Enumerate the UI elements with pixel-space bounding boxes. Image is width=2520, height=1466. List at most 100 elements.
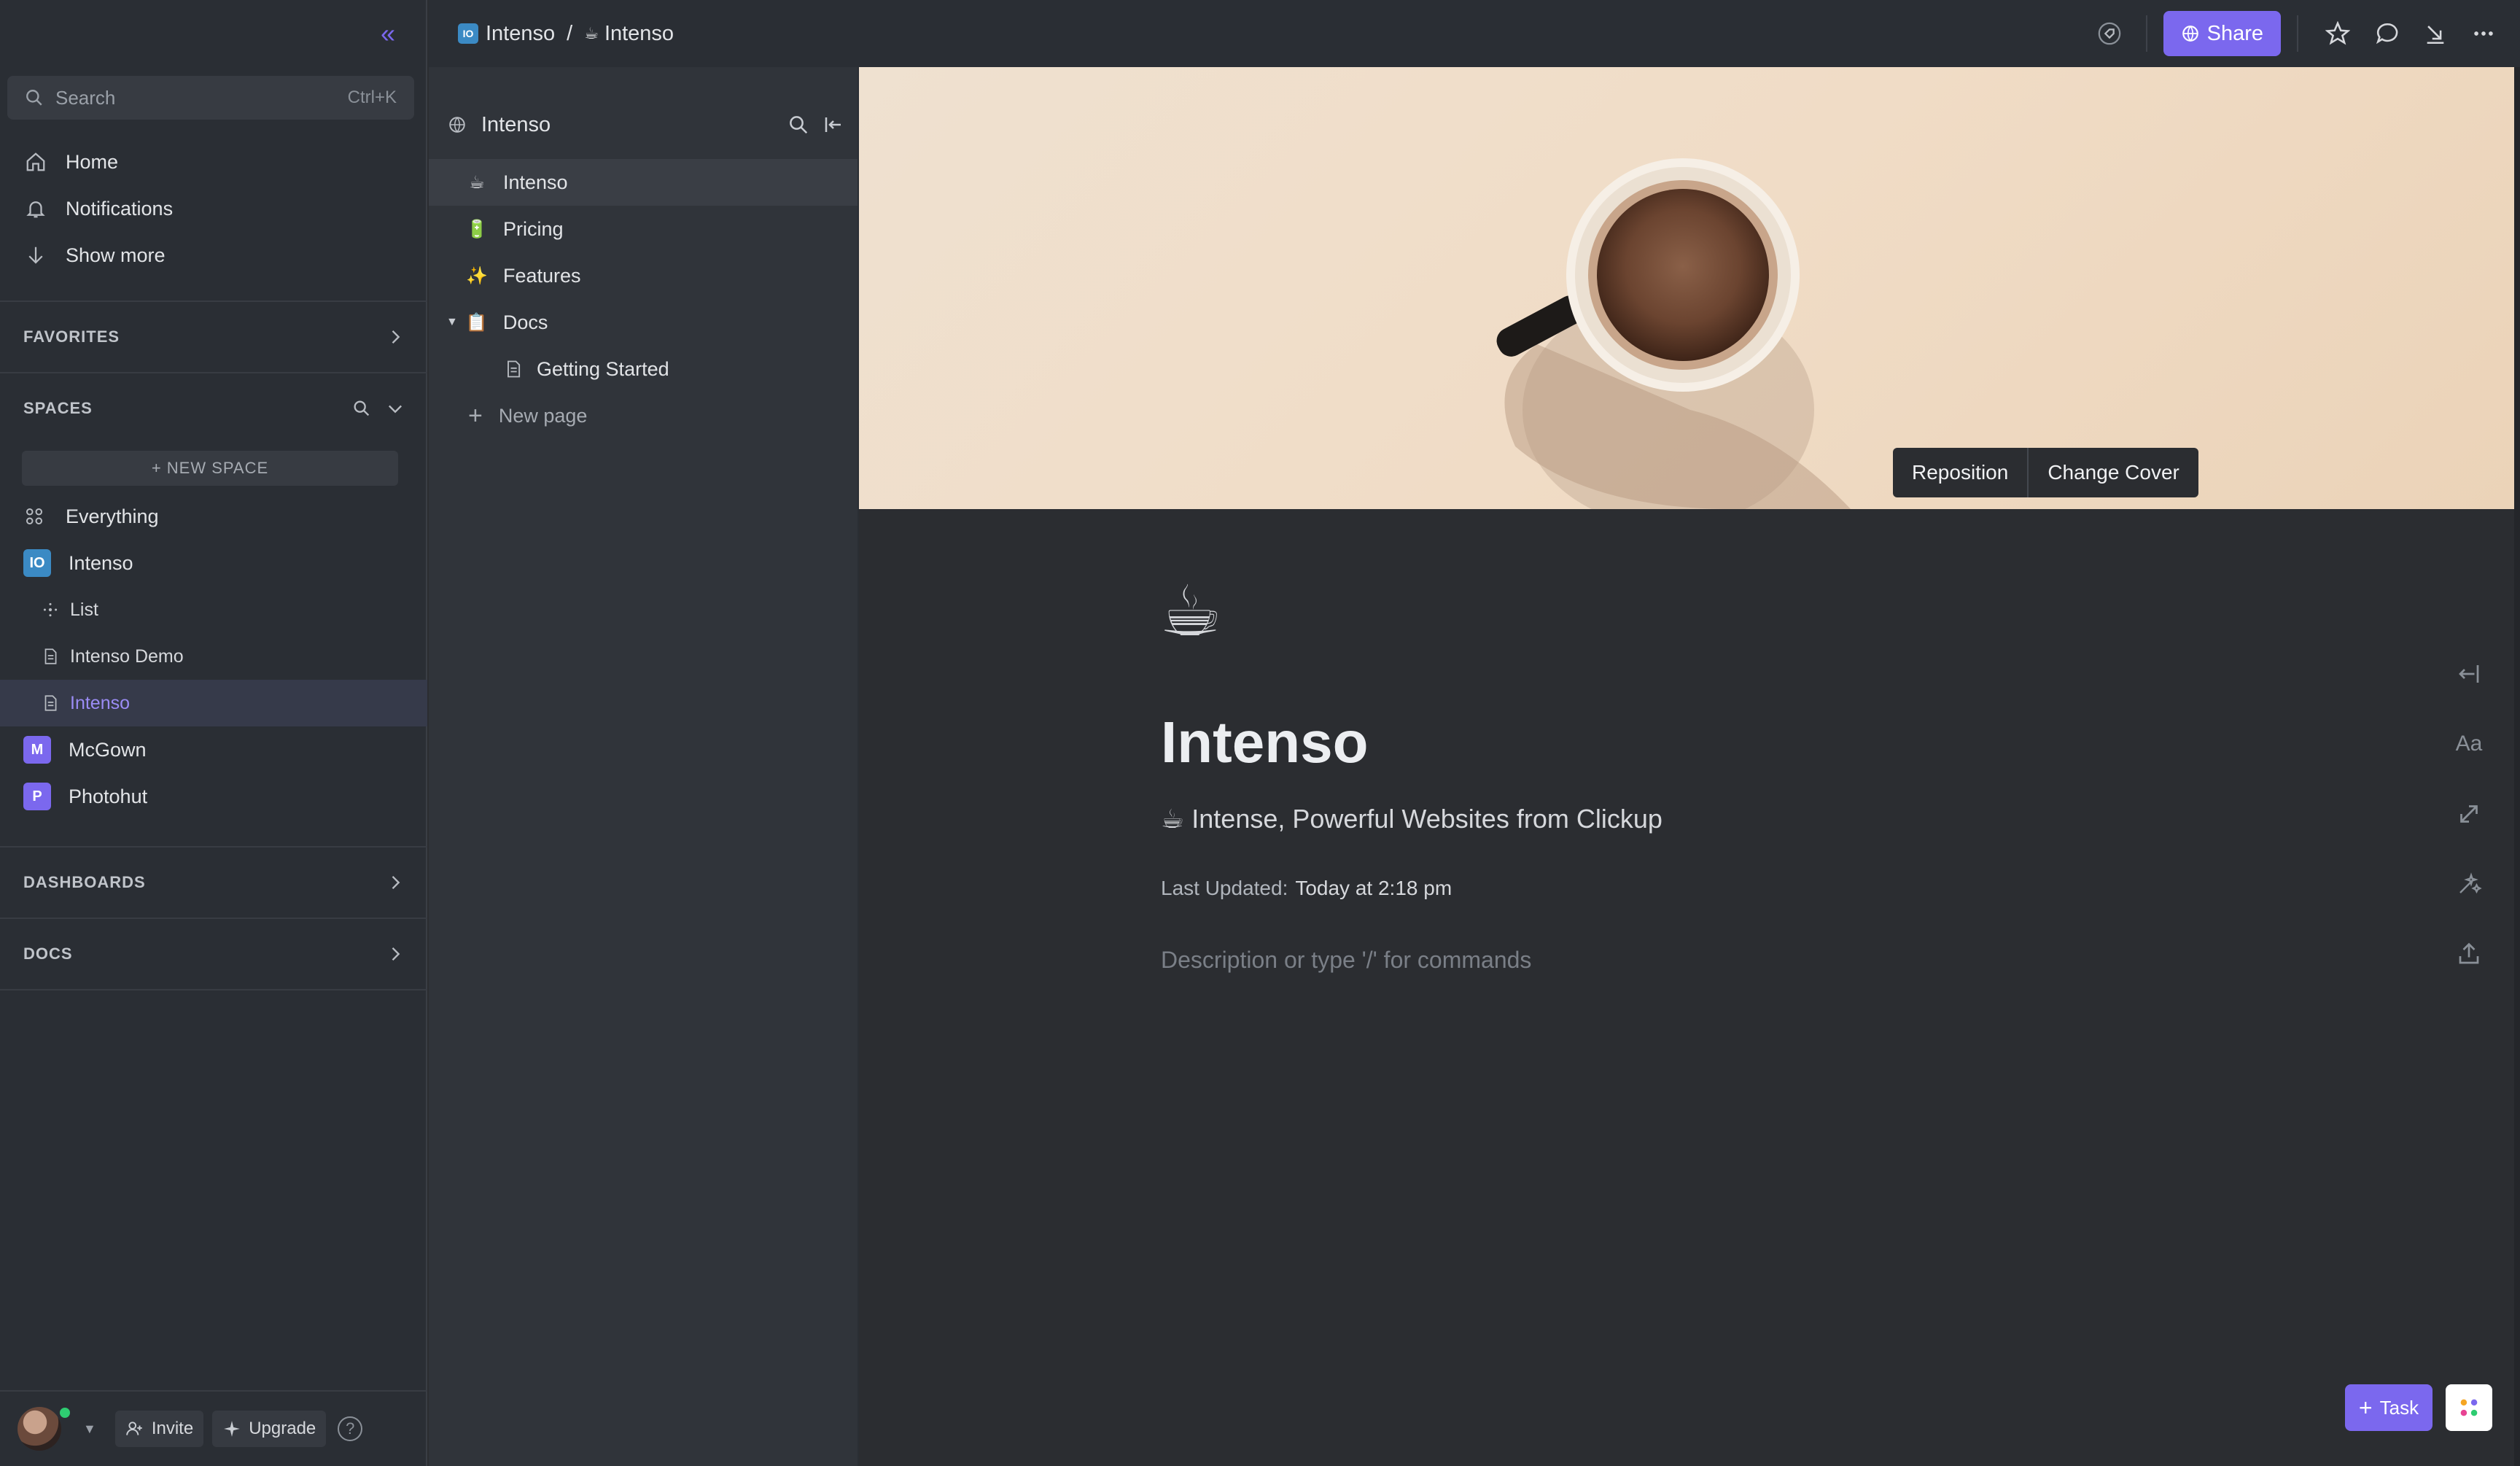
nav-notifications[interactable]: Notifications <box>0 185 427 232</box>
font-settings-icon[interactable]: Aa <box>2453 728 2485 760</box>
nav-home-label: Home <box>66 150 119 173</box>
more-options-icon[interactable] <box>2469 19 2498 48</box>
collapse-left-icon[interactable] <box>2453 658 2485 690</box>
doc-icon <box>44 695 57 711</box>
new-space-button[interactable]: + NEW SPACE <box>22 451 398 486</box>
space-avatar: IO <box>23 549 51 577</box>
reposition-button[interactable]: Reposition <box>1893 448 2027 497</box>
description-input[interactable]: Description or type '/' for commands <box>1161 947 1531 974</box>
breadcrumb-separator: / <box>567 21 573 45</box>
nav-show-more-label: Show more <box>66 244 166 266</box>
favorites-section[interactable]: FAVORITES <box>0 302 427 372</box>
tree-item-pricing[interactable]: 🔋 Pricing <box>429 206 858 252</box>
ai-sparkle-icon[interactable] <box>2453 868 2485 900</box>
invite-button[interactable]: Invite <box>114 1411 204 1447</box>
expand-icon[interactable] <box>2453 798 2485 830</box>
globe-icon <box>449 117 465 133</box>
search-shortcut: Ctrl+K <box>347 88 397 107</box>
doc-icon <box>508 360 521 378</box>
upgrade-label: Upgrade <box>249 1419 316 1438</box>
globe-icon <box>2182 26 2198 42</box>
plus-icon: + <box>468 401 483 430</box>
chevron-right-icon <box>392 330 400 344</box>
cover-image: Reposition Change Cover <box>859 67 2514 509</box>
import-icon[interactable] <box>2421 19 2450 48</box>
page-title[interactable]: Intenso <box>1161 709 1368 776</box>
doc-icon <box>44 648 57 664</box>
divider <box>2145 15 2147 52</box>
tree-item-features[interactable]: ✨ Features <box>429 252 858 299</box>
space-mcgown-label: McGown <box>69 738 147 761</box>
chevron-right-icon <box>392 876 400 889</box>
last-updated-value: Today at 2:18 pm <box>1295 877 1452 899</box>
space-intenso[interactable]: IO Intenso <box>0 540 427 586</box>
scrollbar[interactable] <box>2514 67 2520 1466</box>
apps-grid-icon[interactable] <box>2446 1384 2492 1431</box>
last-updated-label: Last Updated: <box>1161 877 1288 899</box>
space-child-label: List <box>70 599 98 620</box>
search-icon[interactable] <box>351 398 372 419</box>
doc-tree-panel: Intenso ☕ Intenso 🔋 Pricing ✨ Features ▼… <box>429 67 859 1466</box>
docs-section[interactable]: DOCS <box>0 919 427 989</box>
divider <box>0 989 427 990</box>
star-icon[interactable] <box>2323 19 2352 48</box>
help-icon[interactable]: ? <box>338 1416 363 1441</box>
space-photohut[interactable]: P Photohut <box>0 773 427 820</box>
chevron-right-icon <box>392 947 400 961</box>
collapse-panel-icon[interactable] <box>822 114 844 136</box>
tree-item-intenso[interactable]: ☕ Intenso <box>429 159 858 206</box>
tag-icon[interactable] <box>2095 19 2124 48</box>
space-photohut-label: Photohut <box>69 785 148 807</box>
breadcrumb-space[interactable]: Intenso <box>486 22 555 46</box>
caret-down-icon[interactable]: ▼ <box>446 316 458 329</box>
page-emoji: ☕ <box>584 24 599 42</box>
grid-icon <box>26 508 42 524</box>
page-subtitle[interactable]: ☕ Intense, Powerful Websites from Clicku… <box>1161 804 1662 834</box>
coffee-cup-illustration <box>1496 158 1851 509</box>
sidebar-bottom-bar: ▼ Invite Upgrade ? <box>0 1390 427 1466</box>
spaces-section[interactable]: SPACES <box>0 373 427 443</box>
spaces-label: SPACES <box>23 399 93 417</box>
chevron-down-icon[interactable] <box>385 398 405 419</box>
space-child-intenso[interactable]: Intenso <box>0 680 427 726</box>
cover-actions: Reposition Change Cover <box>1893 448 2198 497</box>
search-input[interactable]: Search Ctrl+K <box>7 76 414 120</box>
space-avatar: P <box>23 783 51 810</box>
new-page-label: New page <box>498 404 588 427</box>
spaces-actions <box>351 398 405 419</box>
nav-home[interactable]: Home <box>0 139 427 185</box>
nav-show-more[interactable]: Show more <box>0 232 427 279</box>
tree-item-label: Features <box>503 264 581 287</box>
export-icon[interactable] <box>2453 938 2485 970</box>
space-child-list[interactable]: List <box>0 586 427 633</box>
new-page-button[interactable]: + New page <box>429 392 858 439</box>
collapse-sidebar-icon[interactable]: « <box>373 19 402 48</box>
caret-down-icon[interactable]: ▼ <box>83 1422 96 1437</box>
space-mcgown[interactable]: M McGown <box>0 726 427 773</box>
space-everything[interactable]: Everything <box>0 493 427 540</box>
breadcrumb-page[interactable]: Intenso <box>604 22 674 46</box>
breadcrumb: IO Intenso / ☕ Intenso <box>458 22 674 46</box>
tree-item-docs[interactable]: ▼ 📋 Docs <box>429 299 858 346</box>
arrow-down-icon <box>28 247 43 264</box>
add-user-icon <box>126 1422 142 1435</box>
space-everything-label: Everything <box>66 505 159 527</box>
upgrade-button[interactable]: Upgrade <box>212 1411 327 1447</box>
space-child-intenso-demo[interactable]: Intenso Demo <box>0 633 427 680</box>
home-icon <box>26 152 45 171</box>
share-button[interactable]: Share <box>2163 11 2281 56</box>
search-icon <box>26 90 42 106</box>
add-task-button[interactable]: + Task <box>2345 1384 2432 1431</box>
page-emoji: 🔋 <box>466 219 488 239</box>
tree-item-label: Pricing <box>503 217 564 240</box>
avatar[interactable] <box>18 1407 61 1451</box>
dashboards-section[interactable]: DASHBOARDS <box>0 848 427 918</box>
change-cover-button[interactable]: Change Cover <box>2029 448 2198 497</box>
comment-icon[interactable] <box>2373 19 2402 48</box>
tree-item-label: Getting Started <box>537 357 669 380</box>
online-status-icon <box>60 1408 70 1418</box>
last-updated: Last Updated: Today at 2:18 pm <box>1161 877 1452 900</box>
search-icon[interactable] <box>788 114 809 136</box>
page-icon[interactable]: ☕ <box>1159 570 1222 652</box>
tree-item-getting-started[interactable]: Getting Started <box>429 346 858 392</box>
